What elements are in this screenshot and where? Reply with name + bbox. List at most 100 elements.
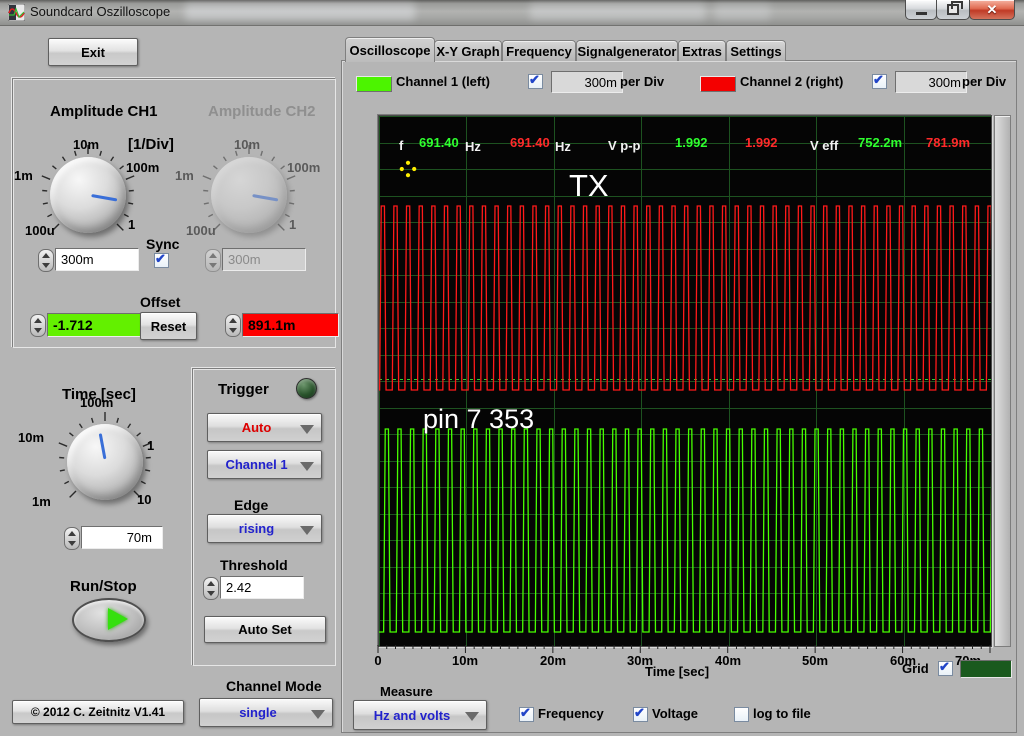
veff-label: V eff [810, 138, 839, 153]
tab-xy-graph[interactable]: X-Y Graph [434, 40, 502, 61]
sync-label: Sync [146, 236, 180, 252]
knob-scale-label: 100m [126, 160, 160, 175]
threshold-label: Threshold [220, 557, 288, 573]
grid-checkbox[interactable] [938, 659, 953, 676]
minimize-button[interactable] [905, 0, 937, 20]
knob-pointer [98, 433, 106, 460]
voltage-checkbox[interactable] [633, 705, 648, 722]
knob-dial[interactable] [67, 424, 143, 500]
channel1-per-div-value[interactable]: 300m [551, 71, 623, 93]
restore-button[interactable] [936, 0, 970, 20]
offset-ch2-value[interactable]: 891.1m [242, 313, 339, 337]
trigger-mode-value: Auto [241, 420, 272, 435]
close-icon: ✕ [986, 2, 998, 17]
measure-mode-value: Hz and volts [373, 707, 451, 723]
window-title: Soundcard Oszilloscope [30, 4, 171, 19]
tab-oscilloscope[interactable]: Oscilloscope [345, 37, 435, 62]
channel1-color-swatch [356, 76, 392, 92]
knob-scale-label: 1m [175, 168, 194, 183]
edge-dropdown[interactable]: rising [207, 514, 322, 543]
log-to-file-label: log to file [753, 706, 811, 721]
play-icon [108, 608, 128, 630]
time-spinner[interactable] [64, 527, 80, 550]
application-window: Soundcard Oszilloscope ✕ Exit Amplitude … [0, 0, 1024, 736]
chevron-down-icon [300, 461, 314, 471]
reset-button[interactable]: Reset [140, 312, 197, 340]
cursor-crosshair-icon[interactable] [399, 160, 417, 178]
knob-dial [211, 157, 287, 233]
close-button[interactable]: ✕ [969, 0, 1015, 20]
channel2-per-div-value[interactable]: 300m [895, 71, 967, 93]
waveform-channel-2 [364, 205, 1012, 391]
knob-scale-label: 1m [14, 168, 33, 183]
chevron-down-icon [465, 712, 479, 721]
restore-icon [947, 1, 963, 15]
offset-ch1-spinner[interactable] [30, 314, 46, 337]
amplitude-ch1-spinner[interactable] [38, 249, 54, 272]
tab-settings[interactable]: Settings [726, 40, 786, 61]
threshold-value[interactable]: 2.42 [220, 576, 304, 599]
channel2-color-swatch [700, 76, 736, 92]
knob-dial[interactable] [50, 157, 126, 233]
threshold-spinner[interactable] [203, 577, 219, 600]
trigger-mode-dropdown[interactable]: Auto [207, 413, 322, 442]
voltage-label: Voltage [652, 706, 698, 721]
channel1-checkbox[interactable] [528, 72, 543, 89]
knob-scale-label: 10 [137, 492, 152, 507]
x-tick-label: 0 [374, 653, 382, 668]
hz-unit: Hz [555, 139, 571, 154]
tab-extras[interactable]: Extras [678, 40, 726, 61]
amplitude-ch2-value: 300m [222, 248, 306, 271]
ch1-vpp: 1.992 [675, 135, 708, 150]
offset-ch2-spinner[interactable] [225, 314, 241, 337]
hz-unit: Hz [465, 139, 481, 154]
waveform-plot [364, 116, 1016, 647]
knob-scale-label: 10m [73, 137, 100, 152]
vpp-label: V p-p [608, 138, 641, 153]
ch2-vpp: 1.992 [745, 135, 778, 150]
edge-value: rising [238, 521, 275, 536]
app-icon [8, 4, 25, 21]
knob-scale-label: 1 [147, 438, 155, 453]
log-to-file-checkbox[interactable] [734, 707, 749, 722]
time-value[interactable]: 70m [81, 526, 163, 549]
minimize-icon [915, 11, 927, 15]
grid-color-swatch[interactable] [960, 660, 1012, 678]
trigger-source-dropdown[interactable]: Channel 1 [207, 450, 322, 479]
frequency-checkbox[interactable] [519, 705, 534, 722]
amplitude-ch2-spinner [205, 249, 221, 272]
sync-checkbox[interactable] [154, 251, 169, 268]
run-stop-button[interactable] [72, 598, 146, 642]
channel2-checkbox[interactable] [872, 72, 887, 89]
tab-frequency[interactable]: Frequency [502, 40, 576, 61]
channel-mode-value: single [239, 705, 277, 720]
ch1-veff: 752.2m [858, 135, 903, 150]
knob-scale-label: 1 [289, 217, 297, 232]
annotation-tx: TX [569, 168, 609, 203]
amplitude-ch1-value[interactable]: 300m [55, 248, 139, 271]
run-stop-label: Run/Stop [70, 578, 137, 595]
title-bar[interactable]: Soundcard Oszilloscope ✕ [0, 0, 1024, 26]
measure-label: Measure [380, 684, 433, 699]
offset-ch1-value[interactable]: -1.712 [47, 313, 144, 337]
time-knob[interactable]: 10m 100m 1 1m 10 [18, 395, 165, 522]
knob-scale-label: 100m [287, 160, 321, 175]
ch1-frequency: 691.40 [419, 135, 459, 150]
vertical-scrollbar[interactable] [994, 115, 1011, 647]
background-window-blur [530, 4, 705, 20]
grid-label: Grid [902, 661, 929, 676]
oscilloscope-display[interactable]: f 691.40 Hz 691.40 Hz V p-p 1.992 1.992 … [364, 115, 1016, 647]
chevron-down-icon [300, 525, 314, 535]
measure-mode-dropdown[interactable]: Hz and volts [353, 700, 487, 730]
exit-button[interactable]: Exit [48, 38, 138, 66]
frequency-label: Frequency [538, 706, 604, 721]
knob-scale-label: 100u [186, 223, 216, 238]
trigger-title: Trigger [218, 381, 269, 398]
x-tick-label: 10m [451, 653, 479, 668]
knob-scale-label: 10m [18, 430, 45, 445]
tab-signalgenerator[interactable]: Signalgenerator [576, 40, 678, 61]
amplitude-ch1-knob[interactable]: 1m 10m 100m 100u 1 [14, 135, 159, 255]
auto-set-button[interactable]: Auto Set [204, 616, 326, 643]
channel-mode-dropdown[interactable]: single [199, 698, 333, 727]
trigger-led [296, 378, 317, 399]
